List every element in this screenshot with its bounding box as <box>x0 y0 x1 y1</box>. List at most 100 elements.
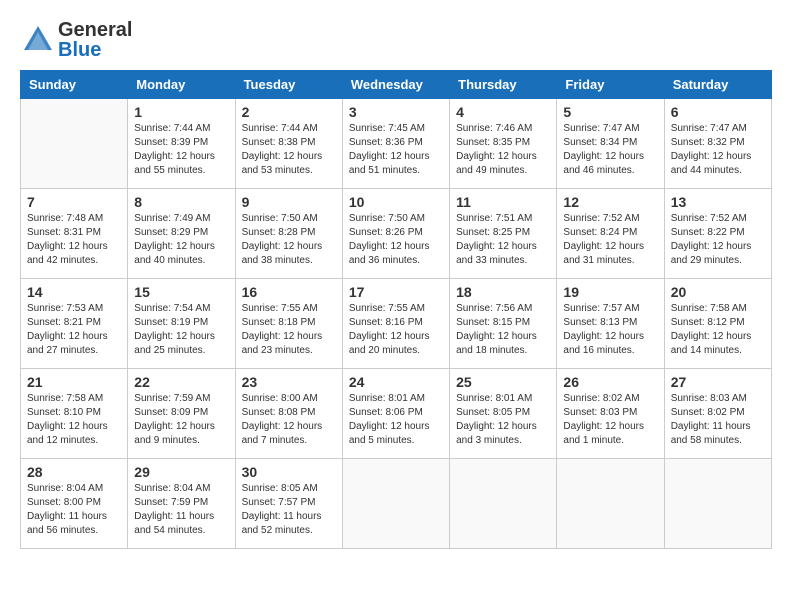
day-info: Sunrise: 7:50 AM Sunset: 8:28 PM Dayligh… <box>242 212 336 268</box>
weekday-header-sunday: Sunday <box>21 71 128 99</box>
day-info: Sunrise: 8:00 AM Sunset: 8:08 PM Dayligh… <box>242 392 336 448</box>
logo: General Blue <box>20 20 132 60</box>
day-number: 14 <box>27 284 121 300</box>
day-number: 28 <box>27 464 121 480</box>
calendar-cell: 17 Sunrise: 7:55 AM Sunset: 8:16 PM Dayli… <box>342 279 449 369</box>
calendar-week-row: 21 Sunrise: 7:58 AM Sunset: 8:10 PM Dayli… <box>21 369 772 459</box>
day-info: Sunrise: 7:49 AM Sunset: 8:29 PM Dayligh… <box>134 212 228 268</box>
day-number: 30 <box>242 464 336 480</box>
calendar-cell: 5 Sunrise: 7:47 AM Sunset: 8:34 PM Daylig… <box>557 99 664 189</box>
day-info: Sunrise: 7:46 AM Sunset: 8:35 PM Dayligh… <box>456 122 550 178</box>
calendar-cell: 29Sunrise: 8:04 AM Sunset: 7:59 PM Dayli… <box>128 459 235 549</box>
calendar-cell <box>664 459 771 549</box>
day-info: Sunrise: 7:55 AM Sunset: 8:16 PM Dayligh… <box>349 302 443 358</box>
calendar-week-row: 28 Sunrise: 8:04 AM Sunset: 8:00 PM Dayli… <box>21 459 772 549</box>
calendar-cell: 11 Sunrise: 7:51 AM Sunset: 8:25 PM Dayli… <box>450 189 557 279</box>
day-number: 20 <box>671 284 765 300</box>
calendar-cell <box>557 459 664 549</box>
logo-icon <box>20 22 56 58</box>
day-info: Sunrise: 8:01 AM Sunset: 8:05 PM Dayligh… <box>456 392 550 448</box>
calendar-cell: 13 Sunrise: 7:52 AM Sunset: 8:22 PM Dayli… <box>664 189 771 279</box>
day-number: 11 <box>456 194 550 210</box>
calendar-cell: 15 Sunrise: 7:54 AM Sunset: 8:19 PM Dayli… <box>128 279 235 369</box>
calendar-header-row: SundayMondayTuesdayWednesdayThursdayFrid… <box>21 71 772 99</box>
day-number: 19 <box>563 284 657 300</box>
day-number: 13 <box>671 194 765 210</box>
calendar-cell: 22Sunrise: 7:59 AM Sunset: 8:09 PM Dayli… <box>128 369 235 459</box>
calendar-cell <box>21 99 128 189</box>
weekday-header-monday: Monday <box>128 71 235 99</box>
day-info: Sunrise: 8:03 AM Sunset: 8:02 PM Dayligh… <box>671 392 765 448</box>
calendar-week-row: 14 Sunrise: 7:53 AM Sunset: 8:21 PM Dayli… <box>21 279 772 369</box>
calendar-cell: 8 Sunrise: 7:49 AM Sunset: 8:29 PM Daylig… <box>128 189 235 279</box>
day-info: Sunrise: 7:51 AM Sunset: 8:25 PM Dayligh… <box>456 212 550 268</box>
page-header: General Blue <box>20 20 772 60</box>
calendar-cell: 25Sunrise: 8:01 AM Sunset: 8:05 PM Dayli… <box>450 369 557 459</box>
day-number: 7 <box>27 194 121 210</box>
day-number: 6 <box>671 104 765 120</box>
day-info: Sunrise: 8:05 AM Sunset: 7:57 PM Dayligh… <box>242 482 336 538</box>
day-number: 1 <box>134 104 228 120</box>
day-number: 12 <box>563 194 657 210</box>
day-number: 4 <box>456 104 550 120</box>
calendar-week-row: 1Sunrise: 7:44 AM Sunset: 8:39 PM Daylig… <box>21 99 772 189</box>
calendar-cell: 9 Sunrise: 7:50 AM Sunset: 8:28 PM Daylig… <box>235 189 342 279</box>
day-info: Sunrise: 7:54 AM Sunset: 8:19 PM Dayligh… <box>134 302 228 358</box>
calendar-cell: 26Sunrise: 8:02 AM Sunset: 8:03 PM Dayli… <box>557 369 664 459</box>
day-info: Sunrise: 7:57 AM Sunset: 8:13 PM Dayligh… <box>563 302 657 358</box>
calendar-cell: 23 Sunrise: 8:00 AM Sunset: 8:08 PM Dayli… <box>235 369 342 459</box>
weekday-header-wednesday: Wednesday <box>342 71 449 99</box>
day-number: 24 <box>349 374 443 390</box>
day-info: Sunrise: 7:56 AM Sunset: 8:15 PM Dayligh… <box>456 302 550 358</box>
day-number: 8 <box>134 194 228 210</box>
day-number: 22 <box>134 374 228 390</box>
calendar-cell: 28 Sunrise: 8:04 AM Sunset: 8:00 PM Dayli… <box>21 459 128 549</box>
day-info: Sunrise: 7:52 AM Sunset: 8:22 PM Dayligh… <box>671 212 765 268</box>
calendar-cell: 16Sunrise: 7:55 AM Sunset: 8:18 PM Dayli… <box>235 279 342 369</box>
calendar-cell: 18 Sunrise: 7:56 AM Sunset: 8:15 PM Dayli… <box>450 279 557 369</box>
calendar-cell: 4 Sunrise: 7:46 AM Sunset: 8:35 PM Daylig… <box>450 99 557 189</box>
calendar-cell: 12 Sunrise: 7:52 AM Sunset: 8:24 PM Dayli… <box>557 189 664 279</box>
day-info: Sunrise: 7:58 AM Sunset: 8:12 PM Dayligh… <box>671 302 765 358</box>
day-number: 3 <box>349 104 443 120</box>
calendar-cell: 21 Sunrise: 7:58 AM Sunset: 8:10 PM Dayli… <box>21 369 128 459</box>
day-number: 21 <box>27 374 121 390</box>
day-number: 9 <box>242 194 336 210</box>
calendar-cell <box>450 459 557 549</box>
day-info: Sunrise: 7:47 AM Sunset: 8:32 PM Dayligh… <box>671 122 765 178</box>
day-number: 10 <box>349 194 443 210</box>
day-info: Sunrise: 7:47 AM Sunset: 8:34 PM Dayligh… <box>563 122 657 178</box>
calendar-week-row: 7Sunrise: 7:48 AM Sunset: 8:31 PM Daylig… <box>21 189 772 279</box>
day-number: 29 <box>134 464 228 480</box>
calendar-table: SundayMondayTuesdayWednesdayThursdayFrid… <box>20 70 772 549</box>
calendar-cell: 14 Sunrise: 7:53 AM Sunset: 8:21 PM Dayli… <box>21 279 128 369</box>
day-info: Sunrise: 7:52 AM Sunset: 8:24 PM Dayligh… <box>563 212 657 268</box>
day-info: Sunrise: 8:02 AM Sunset: 8:03 PM Dayligh… <box>563 392 657 448</box>
day-info: Sunrise: 7:58 AM Sunset: 8:10 PM Dayligh… <box>27 392 121 448</box>
calendar-cell: 2 Sunrise: 7:44 AM Sunset: 8:38 PM Daylig… <box>235 99 342 189</box>
day-info: Sunrise: 7:44 AM Sunset: 8:38 PM Dayligh… <box>242 122 336 178</box>
calendar-cell: 24 Sunrise: 8:01 AM Sunset: 8:06 PM Dayli… <box>342 369 449 459</box>
calendar-cell <box>342 459 449 549</box>
day-info: Sunrise: 7:45 AM Sunset: 8:36 PM Dayligh… <box>349 122 443 178</box>
calendar-cell: 10 Sunrise: 7:50 AM Sunset: 8:26 PM Dayli… <box>342 189 449 279</box>
day-number: 15 <box>134 284 228 300</box>
day-number: 5 <box>563 104 657 120</box>
day-info: Sunrise: 7:50 AM Sunset: 8:26 PM Dayligh… <box>349 212 443 268</box>
weekday-header-tuesday: Tuesday <box>235 71 342 99</box>
day-number: 17 <box>349 284 443 300</box>
calendar-cell: 30 Sunrise: 8:05 AM Sunset: 7:57 PM Dayli… <box>235 459 342 549</box>
day-number: 27 <box>671 374 765 390</box>
calendar-cell: 3 Sunrise: 7:45 AM Sunset: 8:36 PM Daylig… <box>342 99 449 189</box>
day-number: 18 <box>456 284 550 300</box>
calendar-cell: 19 Sunrise: 7:57 AM Sunset: 8:13 PM Dayli… <box>557 279 664 369</box>
logo-general: General <box>58 19 132 41</box>
calendar-cell: 20 Sunrise: 7:58 AM Sunset: 8:12 PM Dayli… <box>664 279 771 369</box>
day-info: Sunrise: 8:04 AM Sunset: 8:00 PM Dayligh… <box>27 482 121 538</box>
calendar-cell: 6 Sunrise: 7:47 AM Sunset: 8:32 PM Daylig… <box>664 99 771 189</box>
day-number: 23 <box>242 374 336 390</box>
day-number: 2 <box>242 104 336 120</box>
day-info: Sunrise: 7:53 AM Sunset: 8:21 PM Dayligh… <box>27 302 121 358</box>
day-info: Sunrise: 8:01 AM Sunset: 8:06 PM Dayligh… <box>349 392 443 448</box>
weekday-header-thursday: Thursday <box>450 71 557 99</box>
